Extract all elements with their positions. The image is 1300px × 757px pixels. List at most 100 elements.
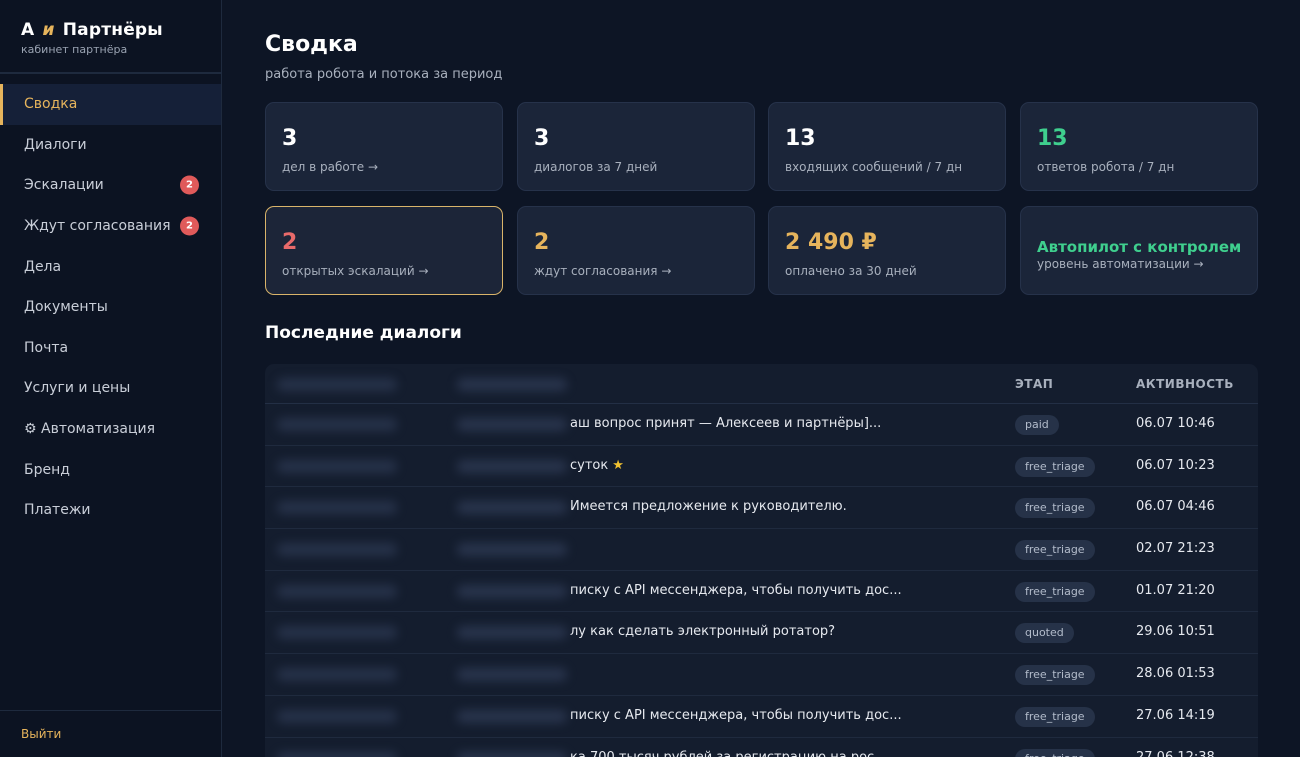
table-row[interactable]: ка 700 тысяч рублей за регистрацию на ро… [265,738,1258,757]
table-row[interactable]: free_triage 28.06 01:53 [265,654,1258,696]
table-row[interactable]: писку с API мессенджера, чтобы получить … [265,696,1258,738]
message-preview: ка 700 тысяч рублей за регистрацию на ро… [570,750,1000,757]
redacted-preview [457,418,567,431]
message-preview: аш вопрос принят — Алексеев и партнёры].… [570,416,1000,431]
sidebar-item-label: ⚙ Автоматизация [24,421,156,438]
stat-label: ждут согласования → [534,264,672,278]
message-text: суток [570,457,609,473]
activity-time: 06.07 04:46 [1136,499,1215,515]
message-text: писку с API мессенджера, чтобы получить … [570,582,902,598]
page-title: Сводка [265,32,358,57]
stat-value: 13 [1037,126,1068,151]
table-row[interactable]: суток ★ free_triage 06.07 10:23 [265,446,1258,488]
redacted-preview [457,751,567,757]
table-header: ЭТАП АКТИВНОСТЬ [265,364,1258,404]
message-preview: суток ★ [570,458,1000,473]
logout-link[interactable]: Выйти [0,710,221,757]
message-preview: Имеется предложение к руководителю. [570,499,1000,514]
sidebar-item[interactable]: Почта [0,328,221,369]
redacted-preview [457,584,567,598]
stat-card[interactable]: 13 входящих сообщений / 7 дн [768,102,1006,191]
stat-card[interactable]: 2 ждут согласования → [517,206,755,295]
stat-value: 13 [785,126,816,151]
count-badge: 2 [180,175,199,195]
activity-time: 06.07 10:23 [1136,457,1215,473]
count-badge: 2 [180,216,199,236]
message-text: ка 700 тысяч рублей за регистрацию на ро… [570,749,887,757]
stat-card[interactable]: 3 дел в работе → [265,102,503,191]
activity-time: 28.06 01:53 [1136,666,1215,682]
message-text: Имеется предложение к руководителю. [570,499,847,515]
redacted-client [277,626,397,640]
message-text: аш вопрос принят — Алексеев и партнёры].… [570,416,882,431]
activity-time: 01.07 21:20 [1136,582,1215,598]
table-body: аш вопрос принят — Алексеев и партнёры].… [265,404,1258,757]
activity-time: 29.06 10:51 [1136,624,1215,640]
stat-card[interactable]: 13 ответов робота / 7 дн [1020,102,1258,191]
sidebar-item[interactable]: Сводка [0,84,221,125]
stage-badge: free_triage [1015,706,1095,727]
stage-badge: free_triage [1015,540,1095,561]
stat-card[interactable]: 2 открытых эскалаций → [265,206,503,295]
table-row[interactable]: Имеется предложение к руководителю. free_… [265,487,1258,530]
message-preview: писку с API мессенджера, чтобы получить … [570,583,1000,598]
sidebar-item[interactable]: Бренд [0,449,221,490]
activity-time: 02.07 21:23 [1136,541,1215,557]
brand-title: А и Партнёры [21,20,221,40]
stat-value: Автопилот с контролем [1037,238,1242,256]
redacted-header [277,378,397,391]
stage-badge: free_triage [1015,456,1095,477]
sidebar-item[interactable]: Платежи [0,490,221,531]
column-header-activity: АКТИВНОСТЬ [1136,377,1234,391]
stat-card[interactable]: 2 490 ₽ оплачено за 30 дней [768,206,1006,295]
sidebar-item-label: Эскалации [24,177,104,194]
sidebar-item-label: Ждут согласования [24,218,171,235]
redacted-preview [457,709,567,723]
sidebar-item[interactable]: ⚙ Автоматизация [0,409,221,450]
stat-value: 2 [282,230,298,255]
redacted-preview [457,543,567,557]
stage-badge: free_triage [1015,498,1095,519]
stat-label: уровень автоматизации → [1037,257,1204,271]
stat-card[interactable]: 3 диалогов за 7 дней [517,102,755,191]
stat-card[interactable]: Автопилот с контролем уровень автоматизац… [1020,206,1258,295]
redacted-client [277,668,397,682]
table-row[interactable]: писку с API мессенджера, чтобы получить … [265,571,1258,613]
sidebar-item-label: Услуги и цены [24,380,131,397]
activity-time: 27.06 12:38 [1136,749,1215,757]
recent-dialogs-title: Последние диалоги [265,323,462,343]
sidebar-item-label: Документы [24,299,108,316]
column-header-stage: ЭТАП [1015,377,1054,391]
sidebar-item[interactable]: Услуги и цены [0,368,221,409]
stat-value: 3 [534,126,550,151]
page-subtitle: работа робота и потока за период [265,67,503,82]
sidebar-item[interactable]: Дела [0,246,221,287]
sidebar-item-label: Дела [24,258,62,275]
brand: А и Партнёры кабинет партнёра [0,0,221,74]
sidebar-item[interactable]: Документы [0,287,221,328]
sidebar-item-label: Платежи [24,502,91,519]
stage-badge: free_triage [1015,581,1095,602]
table-row[interactable]: free_triage 02.07 21:23 [265,529,1258,571]
stage-badge: free_triage [1015,748,1095,757]
brand-amp: и [42,20,55,40]
stage-badge: free_triage [1015,665,1095,686]
redacted-client [277,584,397,598]
sidebar-item[interactable]: Ждут согласования 2 [0,206,221,247]
sidebar-item[interactable]: Диалоги [0,125,221,166]
sidebar-item[interactable]: Эскалации 2 [0,165,221,206]
stat-value: 2 490 ₽ [785,230,877,255]
redacted-client [277,459,397,473]
redacted-client [277,543,397,557]
redacted-client [277,501,397,515]
stat-value: 3 [282,126,298,151]
redacted-header [457,378,567,391]
recent-dialogs-table: ЭТАП АКТИВНОСТЬ аш вопрос принят — Алекс… [265,364,1258,757]
table-row[interactable]: аш вопрос принят — Алексеев и партнёры].… [265,404,1258,446]
message-preview: писку с API мессенджера, чтобы получить … [570,708,1000,723]
activity-time: 27.06 14:19 [1136,707,1215,723]
brand-subtitle: кабинет партнёра [21,43,128,56]
redacted-preview [457,459,567,473]
sidebar-item-label: Сводка [24,96,78,113]
table-row[interactable]: лу как сделать электронный ротатор? quote… [265,612,1258,655]
